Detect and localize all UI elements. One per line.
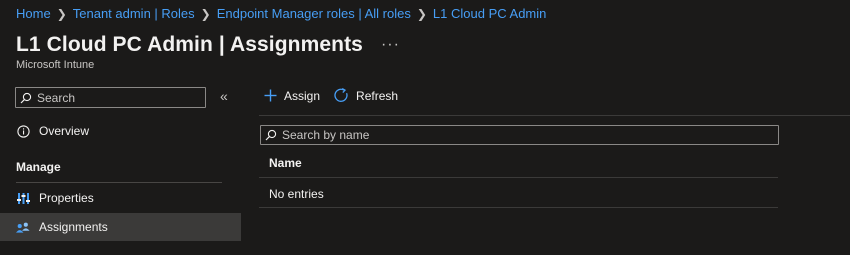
chevron-right-icon: ❯ <box>200 6 211 21</box>
page-subtitle: Microsoft Intune <box>16 59 95 71</box>
breadcrumb-home[interactable]: Home <box>16 6 51 21</box>
search-icon <box>265 129 277 141</box>
table-header-divider <box>259 177 778 178</box>
empty-state-text: No entries <box>269 187 324 201</box>
table-row-divider <box>259 207 778 208</box>
more-options-button[interactable]: ··· <box>381 37 400 53</box>
assign-label: Assign <box>284 88 321 103</box>
add-icon <box>264 89 277 102</box>
page-title: L1 Cloud PC Admin | Assignments <box>16 33 363 56</box>
command-bar: Assign Refresh <box>264 88 412 103</box>
page-header: L1 Cloud PC Admin | Assignments ··· <box>16 33 400 57</box>
chevron-right-icon: ❯ <box>56 6 67 21</box>
search-by-name-box[interactable] <box>260 125 779 145</box>
info-icon <box>16 124 30 138</box>
sidebar-item-properties[interactable]: Properties <box>0 184 241 212</box>
toolbar-divider <box>259 115 850 116</box>
sidebar-item-assignments[interactable]: Assignments <box>0 213 241 241</box>
properties-icon <box>16 191 30 205</box>
refresh-button[interactable]: Refresh <box>334 88 398 103</box>
section-divider <box>16 182 222 183</box>
sidebar-search-box[interactable] <box>15 87 206 108</box>
section-heading-manage: Manage <box>16 160 61 174</box>
assignments-icon <box>16 220 30 234</box>
sidebar-item-label: Assignments <box>39 220 108 234</box>
sidebar-item-overview[interactable]: Overview <box>0 117 241 145</box>
sidebar-item-label: Properties <box>39 191 94 205</box>
search-icon <box>20 92 32 103</box>
collapse-sidebar-button[interactable]: « <box>220 88 228 104</box>
chevron-right-icon: ❯ <box>416 6 427 21</box>
sidebar-search-input[interactable] <box>32 90 197 105</box>
column-header-name[interactable]: Name <box>269 156 302 170</box>
breadcrumb: Home ❯ Tenant admin | Roles ❯ Endpoint M… <box>16 6 546 21</box>
refresh-label: Refresh <box>356 88 399 103</box>
search-by-name-input[interactable] <box>277 128 762 142</box>
breadcrumb-endpoint-manager-roles[interactable]: Endpoint Manager roles | All roles <box>217 6 411 21</box>
breadcrumb-role[interactable]: L1 Cloud PC Admin <box>433 6 546 21</box>
refresh-icon <box>334 88 348 102</box>
assign-button[interactable]: Assign <box>264 89 320 103</box>
sidebar-item-label: Overview <box>39 124 90 138</box>
breadcrumb-tenant-admin-roles[interactable]: Tenant admin | Roles <box>73 6 195 21</box>
